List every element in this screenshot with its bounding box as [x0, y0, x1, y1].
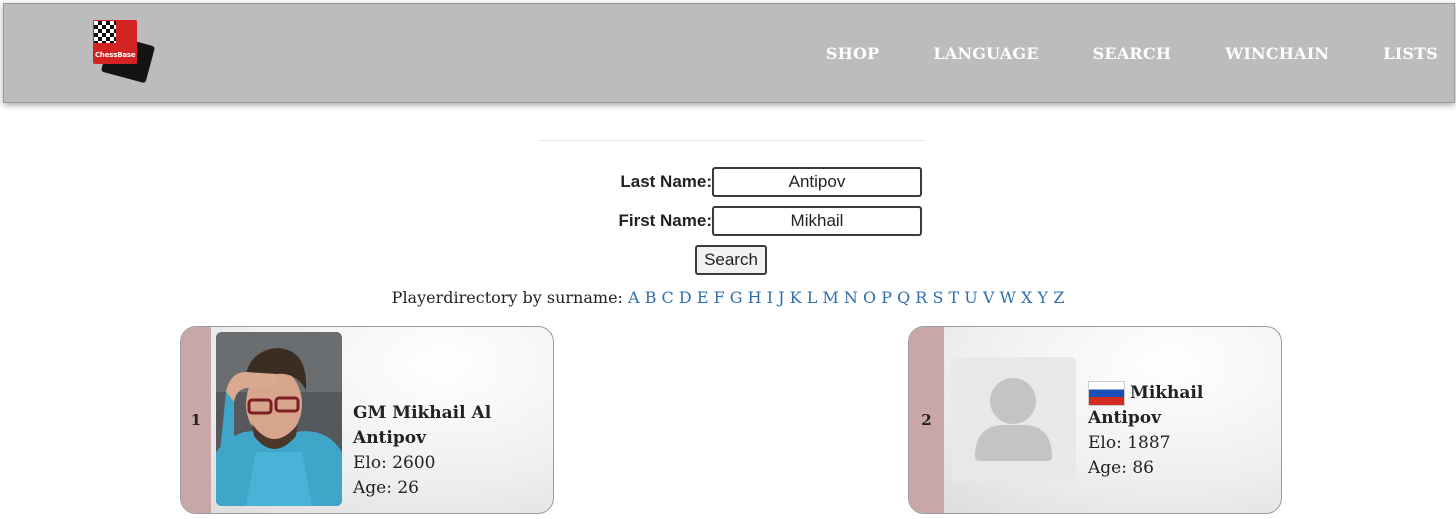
letter-link-u[interactable]: U — [964, 288, 977, 307]
logo-text: ChessBase — [95, 51, 136, 59]
letter-link-t[interactable]: T — [949, 288, 960, 307]
letter-link-i[interactable]: I — [767, 288, 773, 307]
first-name-label: First Name: — [618, 211, 712, 230]
player-name-row: Mikhail Antipov — [1088, 381, 1281, 431]
logo-square: ChessBase — [93, 20, 137, 64]
checkerboard-icon — [94, 21, 116, 43]
letter-link-z[interactable]: Z — [1053, 288, 1064, 307]
first-name-input[interactable] — [712, 206, 922, 236]
letter-link-g[interactable]: G — [730, 288, 743, 307]
letter-link-n[interactable]: N — [844, 288, 858, 307]
letter-link-j[interactable]: J — [778, 288, 784, 307]
rank-number: 1 — [181, 327, 211, 513]
letter-link-m[interactable]: M — [822, 288, 838, 307]
divider — [538, 140, 924, 141]
avatar-placeholder-icon — [951, 357, 1076, 481]
player-age: Age: 26 — [353, 478, 419, 498]
last-name-input[interactable] — [712, 167, 922, 197]
letter-link-q[interactable]: Q — [897, 288, 910, 307]
player-info: GM Mikhail Al Antipov Elo: 2600 Age: 26 — [353, 401, 553, 501]
letter-link-f[interactable]: F — [714, 288, 725, 307]
letter-link-h[interactable]: H — [748, 288, 762, 307]
rank-number: 2 — [909, 327, 944, 513]
last-name-row: Last Name: — [560, 166, 922, 198]
letter-link-l[interactable]: L — [807, 288, 818, 307]
last-name-label: Last Name: — [620, 172, 712, 191]
letter-link-c[interactable]: C — [662, 288, 674, 307]
letter-link-d[interactable]: D — [679, 288, 692, 307]
nav-winchain[interactable]: WINCHAIN — [1225, 44, 1329, 63]
chessbase-logo[interactable]: ChessBase — [91, 18, 157, 84]
letter-link-k[interactable]: K — [790, 288, 802, 307]
nav-shop[interactable]: SHOP — [826, 44, 879, 63]
player-elo: Elo: 2600 — [353, 453, 436, 473]
letter-link-y[interactable]: Y — [1038, 288, 1049, 307]
letter-link-w[interactable]: W — [1000, 288, 1016, 307]
letter-link-r[interactable]: R — [915, 288, 927, 307]
player-photo — [216, 332, 342, 506]
player-age: Age: 86 — [1088, 458, 1154, 478]
player-card[interactable]: 1 GM Mikhail Al Antipov Elo: 2600 Age: 2… — [180, 326, 554, 514]
nav-language[interactable]: LANGUAGE — [933, 44, 1038, 63]
player-info: Mikhail Antipov Elo: 1887 Age: 86 — [1088, 381, 1281, 481]
main-nav: SHOP LANGUAGE SEARCH WINCHAIN LISTS — [772, 44, 1438, 63]
letter-link-v[interactable]: V — [983, 288, 995, 307]
nav-lists[interactable]: LISTS — [1383, 44, 1438, 63]
russia-flag-icon — [1088, 381, 1125, 406]
player-directory: Playerdirectory by surname: A B C D E F … — [0, 288, 1456, 307]
player-elo: Elo: 1887 — [1088, 433, 1171, 453]
letter-link-a[interactable]: A — [628, 288, 640, 307]
player-card[interactable]: 2 Mikhail Antipov Elo: 1887 Age: 86 — [908, 326, 1282, 514]
letter-link-o[interactable]: O — [863, 288, 876, 307]
site-header: ChessBase SHOP LANGUAGE SEARCH WINCHAIN … — [3, 3, 1455, 103]
letter-link-s[interactable]: S — [932, 288, 943, 307]
search-button[interactable]: Search — [695, 245, 767, 275]
player-name[interactable]: GM Mikhail Al Antipov — [353, 401, 553, 451]
alphabet-links: A B C D E F G H I J K L M N O P Q R S T … — [628, 288, 1064, 307]
first-name-row: First Name: — [560, 205, 922, 237]
letter-link-x[interactable]: X — [1021, 288, 1032, 307]
letter-link-e[interactable]: E — [697, 288, 709, 307]
letter-link-b[interactable]: B — [645, 288, 657, 307]
letter-link-p[interactable]: P — [881, 288, 892, 307]
nav-search[interactable]: SEARCH — [1093, 44, 1172, 63]
directory-label: Playerdirectory by surname: — [391, 288, 623, 307]
